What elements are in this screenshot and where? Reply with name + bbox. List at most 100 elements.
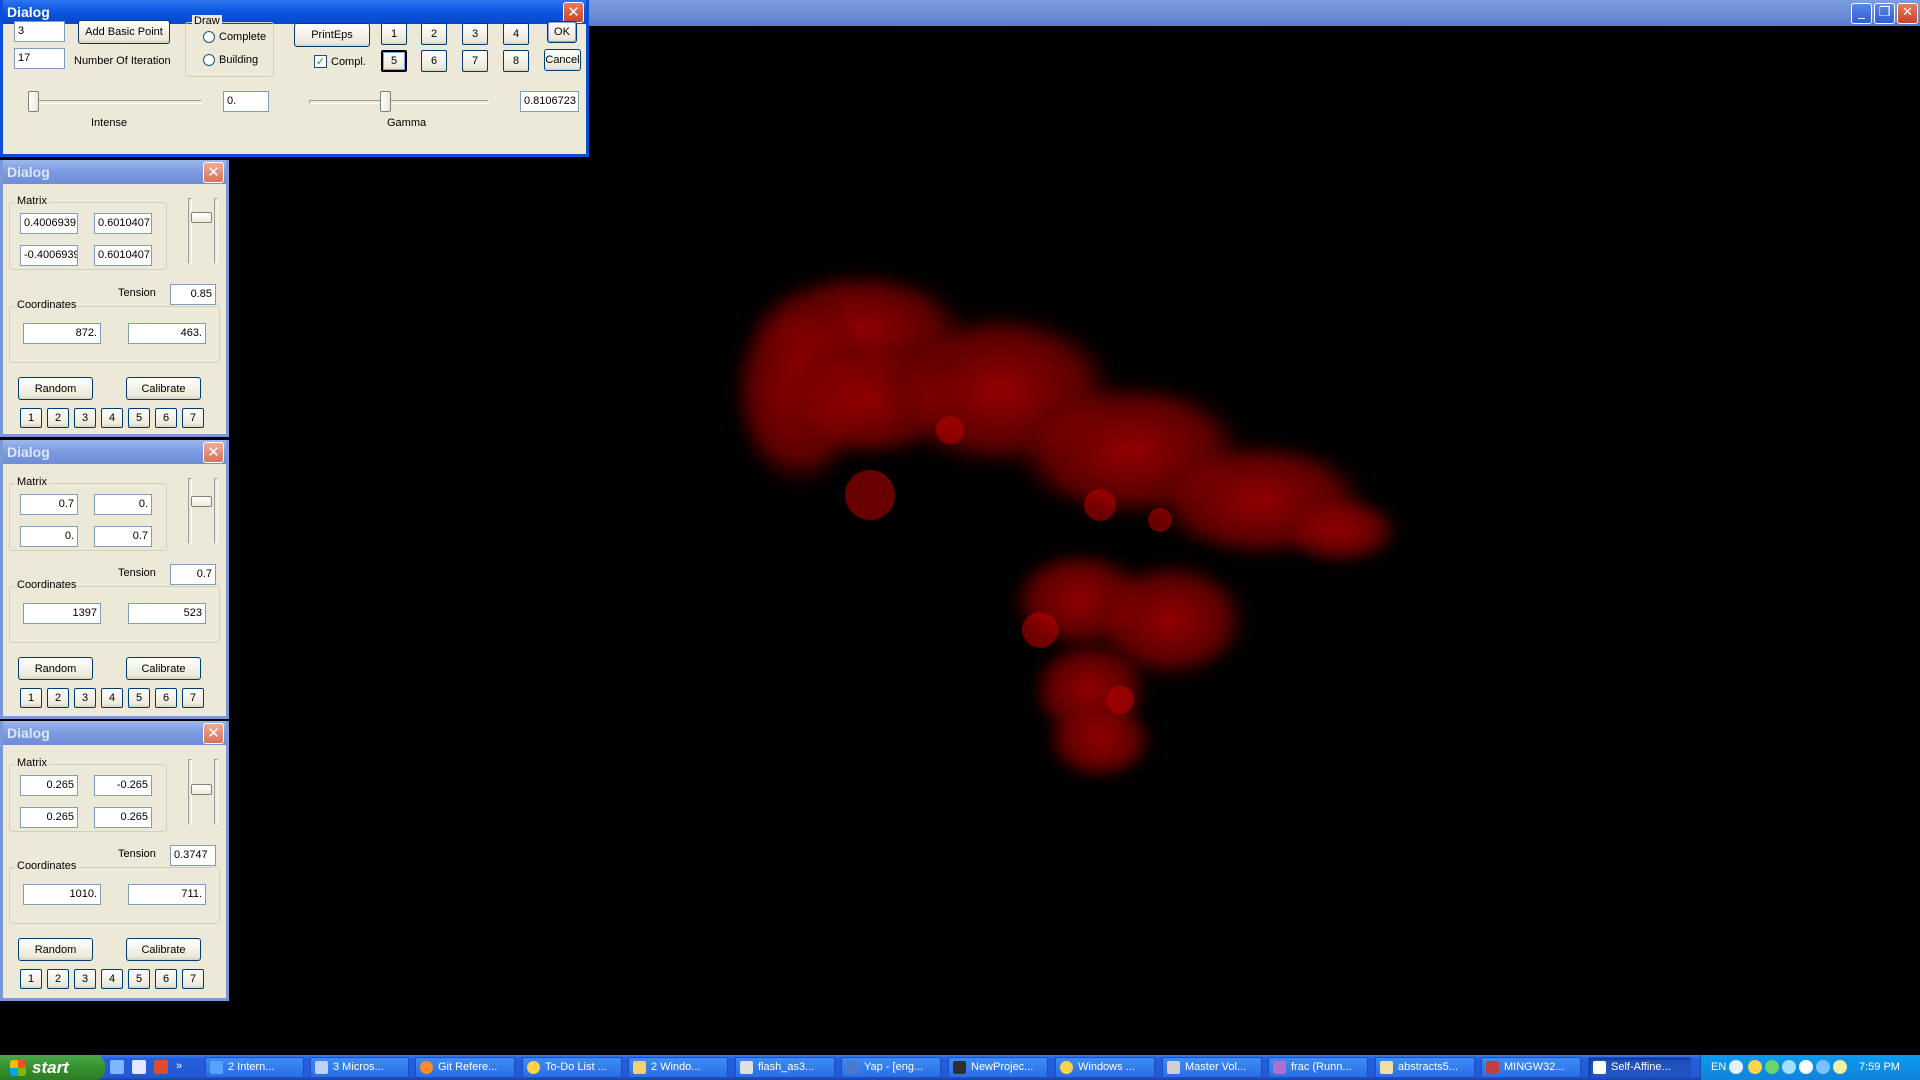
matrix-m11-field[interactable]: 0.4006939 <box>20 213 78 234</box>
matrix-m11-field[interactable]: 0.7 <box>20 494 78 515</box>
random-button[interactable]: Random <box>18 938 93 961</box>
taskbar-item[interactable]: To-Do List ... <box>522 1057 622 1078</box>
tension-slider-track-b[interactable] <box>214 478 218 544</box>
tray-arrow-icon[interactable] <box>1729 1060 1743 1074</box>
point3-button-4[interactable]: 4 <box>101 969 123 989</box>
tension-field[interactable]: 0.7 <box>170 564 216 585</box>
coord-y-field[interactable]: 523 <box>128 603 206 624</box>
main-number-button-6[interactable]: 6 <box>421 50 447 72</box>
point1-button-3[interactable]: 3 <box>74 408 96 428</box>
quicklaunch-overflow-icon[interactable]: » <box>176 1060 190 1074</box>
restore-button[interactable]: ❐ <box>1874 3 1895 24</box>
matrix-m12-field[interactable]: 0. <box>94 494 152 515</box>
tray-chrome-icon[interactable] <box>1748 1060 1762 1074</box>
tension-slider-track-b[interactable] <box>214 759 218 825</box>
point2-button-4[interactable]: 4 <box>101 688 123 708</box>
calibrate-button[interactable]: Calibrate <box>126 657 201 680</box>
ok-button[interactable]: OK <box>547 21 577 43</box>
intense-slider-track[interactable] <box>30 100 202 104</box>
matrix-m12-field[interactable]: 0.6010407 <box>94 213 152 234</box>
calibrate-button[interactable]: Calibrate <box>126 938 201 961</box>
point3-button-1[interactable]: 1 <box>20 969 42 989</box>
taskbar-item[interactable]: NewProjec... <box>948 1057 1048 1078</box>
tension-field[interactable]: 0.85 <box>170 284 216 305</box>
main-close-button[interactable]: ✕ <box>1897 3 1918 24</box>
coord-y-field[interactable]: 711. <box>128 884 206 905</box>
quicklaunch-app-icon[interactable] <box>154 1060 168 1074</box>
radio-building[interactable] <box>203 54 215 66</box>
taskbar-item[interactable]: 2 Intern... <box>205 1057 304 1078</box>
close-button[interactable]: ✕ <box>203 442 224 463</box>
calibrate-button[interactable]: Calibrate <box>126 377 201 400</box>
matrix-m21-field[interactable]: -0.4006939 <box>20 245 78 266</box>
matrix-m11-field[interactable]: 0.265 <box>20 775 78 796</box>
tension-slider-thumb[interactable] <box>191 496 212 507</box>
matrix-m22-field[interactable]: 0.265 <box>94 807 152 828</box>
matrix-m12-field[interactable]: -0.265 <box>94 775 152 796</box>
clock[interactable]: 7:59 PM <box>1859 1061 1900 1073</box>
gamma-value-field[interactable]: 0.8106723 <box>520 91 579 112</box>
iterations-field[interactable]: 17 <box>14 48 65 69</box>
matrix-m21-field[interactable]: 0.265 <box>20 807 78 828</box>
taskbar-item[interactable]: 2 Windo... <box>628 1057 728 1078</box>
tension-slider-thumb[interactable] <box>191 784 212 795</box>
print-eps-button[interactable]: PrintEps <box>294 23 370 47</box>
point1-button-1[interactable]: 1 <box>20 408 42 428</box>
close-button[interactable]: ✕ <box>563 2 584 23</box>
point2-button-3[interactable]: 3 <box>74 688 96 708</box>
coord-x-field[interactable]: 1010. <box>23 884 101 905</box>
tray-monitor-icon[interactable] <box>1816 1060 1830 1074</box>
gamma-slider-thumb[interactable] <box>380 91 391 112</box>
cancel-button[interactable]: Cancel <box>544 49 581 71</box>
matrix-m21-field[interactable]: 0. <box>20 526 78 547</box>
tray-volume-icon[interactable] <box>1799 1060 1813 1074</box>
point1-button-6[interactable]: 6 <box>155 408 177 428</box>
point3-button-2[interactable]: 2 <box>47 969 69 989</box>
quicklaunch-media-icon[interactable] <box>110 1060 124 1074</box>
matrix-m22-field[interactable]: 0.6010407 <box>94 245 152 266</box>
taskbar-item[interactable]: Git Refere... <box>415 1057 515 1078</box>
taskbar-item[interactable]: Master Vol... <box>1162 1057 1262 1078</box>
main-number-button-4[interactable]: 4 <box>503 23 529 45</box>
point2-button-6[interactable]: 6 <box>155 688 177 708</box>
close-button[interactable]: ✕ <box>203 162 224 183</box>
tension-field[interactable]: 0.3747 <box>170 845 216 866</box>
point3-button-5[interactable]: 5 <box>128 969 150 989</box>
point2-button-5[interactable]: 5 <box>128 688 150 708</box>
dialog-titlebar[interactable]: Dialog ✕ <box>3 160 226 184</box>
point2-button-2[interactable]: 2 <box>47 688 69 708</box>
basic-points-field[interactable]: 3 <box>14 21 65 42</box>
tray-network-icon[interactable] <box>1765 1060 1779 1074</box>
taskbar-item[interactable]: frac (Runn... <box>1268 1057 1368 1078</box>
radio-complete[interactable] <box>203 31 215 43</box>
point1-button-5[interactable]: 5 <box>128 408 150 428</box>
close-button[interactable]: ✕ <box>203 723 224 744</box>
point2-button-7[interactable]: 7 <box>182 688 204 708</box>
random-button[interactable]: Random <box>18 377 93 400</box>
intense-value-field[interactable]: 0. <box>223 91 269 112</box>
point3-button-7[interactable]: 7 <box>182 969 204 989</box>
taskbar-item-active[interactable]: Self-Affine... <box>1588 1057 1691 1078</box>
compl-checkbox[interactable]: ✓ <box>314 55 327 68</box>
taskbar-item[interactable]: Windows ... <box>1055 1057 1155 1078</box>
main-number-button-3[interactable]: 3 <box>462 23 488 45</box>
coord-x-field[interactable]: 1397 <box>23 603 101 624</box>
matrix-m22-field[interactable]: 0.7 <box>94 526 152 547</box>
dialog-titlebar[interactable]: Dialog ✕ <box>3 721 226 745</box>
point3-button-3[interactable]: 3 <box>74 969 96 989</box>
taskbar-item[interactable]: abstracts5... <box>1375 1057 1475 1078</box>
tension-slider-track-b[interactable] <box>214 198 218 264</box>
tension-slider-thumb[interactable] <box>191 212 212 223</box>
main-number-button-2[interactable]: 2 <box>421 23 447 45</box>
intense-slider-thumb[interactable] <box>28 91 39 112</box>
language-indicator[interactable]: EN <box>1711 1061 1726 1073</box>
random-button[interactable]: Random <box>18 657 93 680</box>
main-number-button-7[interactable]: 7 <box>462 50 488 72</box>
add-basic-point-button[interactable]: Add Basic Point <box>78 20 170 44</box>
coord-x-field[interactable]: 872. <box>23 323 101 344</box>
point1-button-4[interactable]: 4 <box>101 408 123 428</box>
minimize-button[interactable]: _ <box>1851 3 1872 24</box>
point1-button-7[interactable]: 7 <box>182 408 204 428</box>
dialog-titlebar[interactable]: Dialog ✕ <box>3 440 226 464</box>
tray-app-icon[interactable] <box>1833 1060 1847 1074</box>
